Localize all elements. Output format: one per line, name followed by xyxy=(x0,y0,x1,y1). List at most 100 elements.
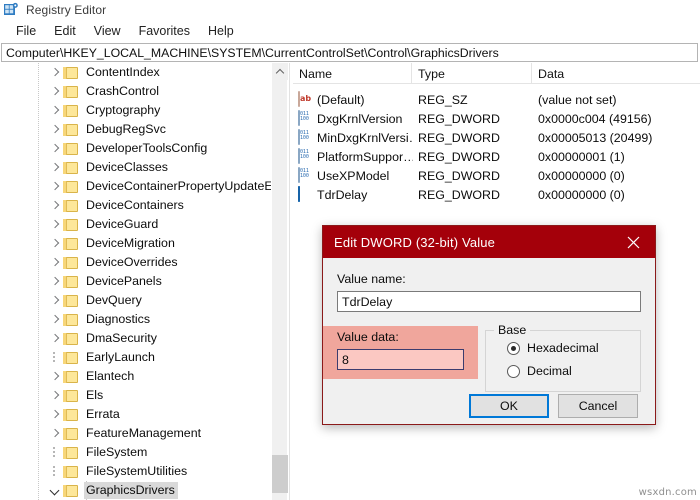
tree-item-crashcontrol[interactable]: CrashControl xyxy=(0,82,272,101)
chevron-right-icon[interactable] xyxy=(48,291,62,310)
ok-button[interactable]: OK xyxy=(469,394,549,418)
tree-item-featuremanagement[interactable]: FeatureManagement xyxy=(0,424,272,443)
cancel-button[interactable]: Cancel xyxy=(558,394,638,418)
tree-item-devicepanels[interactable]: DevicePanels xyxy=(0,272,272,291)
chevron-right-icon[interactable] xyxy=(48,310,62,329)
registry-editor-window: Registry Editor File Edit View Favorites… xyxy=(0,0,700,500)
tree-item-devicecontainerpropertyupdateeve[interactable]: DeviceContainerPropertyUpdateEve xyxy=(0,177,272,196)
column-header-data[interactable]: Data xyxy=(532,63,700,84)
value-cell-type: REG_SZ xyxy=(418,92,468,107)
folder-icon xyxy=(62,332,79,346)
folder-icon xyxy=(62,446,79,460)
chevron-right-icon[interactable] xyxy=(48,424,62,443)
chevron-right-icon[interactable] xyxy=(48,82,62,101)
tree-item-filesystemutilities[interactable]: FileSystemUtilities xyxy=(0,462,272,481)
value-row[interactable]: 011100 DxgKrnlVersion REG_DWORD 0x0000c004 … xyxy=(293,109,700,128)
dword-value-icon: 011100 xyxy=(298,129,313,145)
tree-item-dmasecurity[interactable]: DmaSecurity xyxy=(0,329,272,348)
dword-value-icon: 011100 xyxy=(298,110,313,126)
column-header-name[interactable]: Name xyxy=(293,63,412,84)
tree-item-label: EarlyLaunch xyxy=(86,350,155,364)
value-cell-data: 0x00000000 (0) xyxy=(538,187,625,202)
scroll-up-button[interactable] xyxy=(272,63,288,80)
address-bar[interactable]: Computer\HKEY_LOCAL_MACHINE\SYSTEM\Curre… xyxy=(1,43,698,62)
chevron-right-icon[interactable] xyxy=(48,101,62,120)
value-row[interactable]: 011100 UseXPModel REG_DWORD 0x00000000 (0) xyxy=(293,166,700,185)
value-cell-type: REG_DWORD xyxy=(418,168,500,183)
tree-item-earlylaunch[interactable]: EarlyLaunch xyxy=(0,348,272,367)
tree-item-deviceclasses[interactable]: DeviceClasses xyxy=(0,158,272,177)
tree-item-filesystem[interactable]: FileSystem xyxy=(0,443,272,462)
registry-tree[interactable]: ContentIndex CrashControl Cryptography Debu… xyxy=(0,63,272,500)
folder-icon xyxy=(62,427,79,441)
value-cell-data: 0x0000c004 (49156) xyxy=(538,111,652,126)
tree-item-elantech[interactable]: Elantech xyxy=(0,367,272,386)
menu-favorites[interactable]: Favorites xyxy=(130,22,199,40)
chevron-right-icon[interactable] xyxy=(48,272,62,291)
tree-scrollbar[interactable] xyxy=(271,63,288,500)
tree-item-label: DevicePanels xyxy=(86,274,162,288)
chevron-right-icon[interactable] xyxy=(48,177,62,196)
tree-item-contentindex[interactable]: ContentIndex xyxy=(0,63,272,82)
tree-item-devicemigration[interactable]: DeviceMigration xyxy=(0,234,272,253)
chevron-right-icon[interactable] xyxy=(48,139,62,158)
menu-file[interactable]: File xyxy=(7,22,45,40)
value-cell-type: REG_DWORD xyxy=(418,111,500,126)
chevron-right-icon[interactable] xyxy=(48,120,62,139)
tree-item-devquery[interactable]: DevQuery xyxy=(0,291,272,310)
value-cell-name: MinDxgKrnlVersi… xyxy=(317,130,413,145)
close-icon[interactable] xyxy=(611,226,655,258)
menu-edit[interactable]: Edit xyxy=(45,22,85,40)
value-name-input[interactable]: TdrDelay xyxy=(337,291,641,312)
menu-help[interactable]: Help xyxy=(199,22,243,40)
menu-view[interactable]: View xyxy=(85,22,130,40)
folder-icon xyxy=(62,389,79,403)
dword-value-icon: 011100 xyxy=(298,186,313,202)
value-row[interactable]: 011100 MinDxgKrnlVersi… REG_DWORD 0x0000501… xyxy=(293,128,700,147)
chevron-right-icon[interactable] xyxy=(48,253,62,272)
folder-icon xyxy=(62,313,79,327)
tree-item-diagnostics[interactable]: Diagnostics xyxy=(0,310,272,329)
chevron-right-icon[interactable] xyxy=(48,386,62,405)
chevron-right-icon[interactable] xyxy=(48,329,62,348)
tree-item-cryptography[interactable]: Cryptography xyxy=(0,101,272,120)
tree-item-deviceguard[interactable]: DeviceGuard xyxy=(0,215,272,234)
tree-item-label: DeviceGuard xyxy=(86,217,159,231)
chevron-down-icon[interactable] xyxy=(48,481,62,500)
tree-item-label: DeveloperToolsConfig xyxy=(86,141,208,155)
tree-item-deviceoverrides[interactable]: DeviceOverrides xyxy=(0,253,272,272)
folder-icon xyxy=(62,465,79,479)
tree-item-label: ContentIndex xyxy=(86,65,160,79)
tree-item-label: DeviceContainers xyxy=(86,198,184,212)
value-row[interactable]: ab (Default) REG_SZ (value not set) xyxy=(293,90,700,109)
value-data-input[interactable]: 8 xyxy=(337,349,464,370)
value-cell-name: PlatformSuppor… xyxy=(317,149,413,164)
scrollbar-thumb[interactable] xyxy=(272,455,288,493)
tree-item-label: Els xyxy=(86,388,104,402)
radio-decimal[interactable]: Decimal xyxy=(507,364,572,378)
chevron-right-icon[interactable] xyxy=(48,215,62,234)
chevron-right-icon[interactable] xyxy=(48,405,62,424)
chevron-right-icon[interactable] xyxy=(48,63,62,82)
tree-item-graphicsdrivers[interactable]: GraphicsDrivers xyxy=(0,481,272,500)
folder-icon xyxy=(62,294,79,308)
value-row[interactable]: 011100 TdrDelay REG_DWORD 0x00000000 (0) xyxy=(293,185,700,204)
chevron-right-icon[interactable] xyxy=(48,234,62,253)
chevron-right-icon[interactable] xyxy=(48,367,62,386)
value-row[interactable]: 011100 PlatformSuppor… REG_DWORD 0x00000001… xyxy=(293,147,700,166)
radio-hexadecimal[interactable]: Hexadecimal xyxy=(507,341,599,355)
chevron-right-icon[interactable] xyxy=(48,158,62,177)
folder-icon xyxy=(62,408,79,422)
tree-item-errata[interactable]: Errata xyxy=(0,405,272,424)
column-header-type[interactable]: Type xyxy=(412,63,532,84)
dialog-body: Value name: TdrDelay Value data: 8 Base … xyxy=(323,258,655,424)
tree-item-devicecontainers[interactable]: DeviceContainers xyxy=(0,196,272,215)
base-groupbox: Base Hexadecimal Decimal xyxy=(485,323,641,392)
tree-item-els[interactable]: Els xyxy=(0,386,272,405)
tree-item-debugregsvc[interactable]: DebugRegSvc xyxy=(0,120,272,139)
tree-item-developertoolsconfig[interactable]: DeveloperToolsConfig xyxy=(0,139,272,158)
tree-item-label: Elantech xyxy=(86,369,135,383)
tree-item-label: FileSystem xyxy=(86,445,148,459)
chevron-right-icon[interactable] xyxy=(48,196,62,215)
folder-icon xyxy=(62,142,79,156)
